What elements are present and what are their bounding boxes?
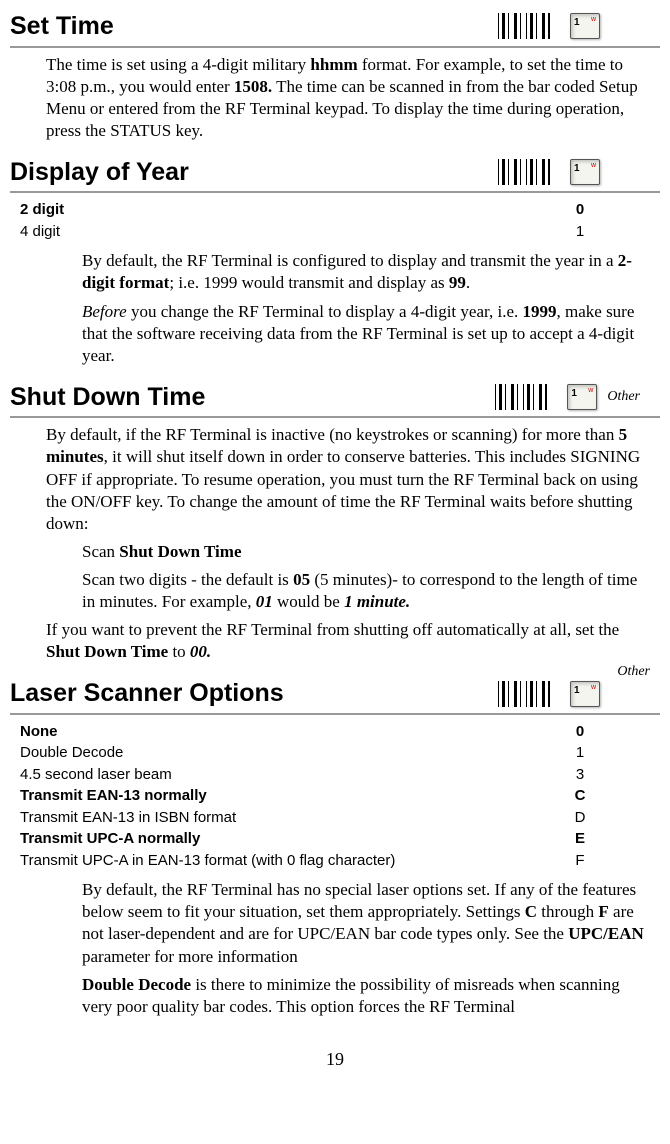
display-year-para-2: Before you change the RF Terminal to dis… [82,301,654,367]
other-label: Other [617,663,650,681]
key-1-icon: 1 [570,159,600,185]
table-row: 4.5 second laser beam3 [10,764,660,786]
header-icons: 1 Other [495,384,660,410]
heading-display-year: Display of Year [10,156,189,189]
heading-set-time: Set Time [10,10,114,43]
table-row: 4 digit 1 [10,221,660,243]
heading-shutdown: Shut Down Time [10,381,205,414]
barcode-icon [495,384,547,410]
key-1-icon: 1 [570,681,600,707]
laser-options-table: None0 Double Decode1 4.5 second laser be… [10,721,660,872]
page-number: 19 [10,1048,660,1071]
key-1-icon: 1 [570,13,600,39]
table-row: None0 [10,721,660,743]
barcode-icon [498,13,550,39]
table-row: Transmit UPC-A normallyE [10,828,660,850]
barcode-icon [498,681,550,707]
table-row: Transmit UPC-A in EAN-13 format (with 0 … [10,850,660,872]
shutdown-para-3: If you want to prevent the RF Terminal f… [46,619,654,663]
barcode-icon [498,159,550,185]
shutdown-step-2: Scan two digits - the default is 05 (5 m… [82,569,654,613]
shutdown-para-1: By default, if the RF Terminal is inacti… [46,424,654,534]
header-icons: 1 [498,159,660,185]
other-label: Other [607,388,640,406]
display-year-para-1: By default, the RF Terminal is configure… [82,250,654,294]
laser-para-1: By default, the RF Terminal has no speci… [82,879,654,967]
section-header-laser: Laser Scanner Options Other 1 [10,677,660,715]
header-icons: 1 [498,13,660,39]
set-time-paragraph: The time is set using a 4-digit military… [46,54,654,142]
section-header-display-year: Display of Year 1 [10,156,660,194]
header-icons: Other 1 [498,681,660,707]
heading-laser: Laser Scanner Options [10,677,284,710]
table-row: Transmit EAN-13 normallyC [10,785,660,807]
table-row: 2 digit 0 [10,199,660,221]
section-header-shutdown: Shut Down Time 1 Other [10,381,660,419]
section-header-set-time: Set Time 1 [10,10,660,48]
display-year-options-table: 2 digit 0 4 digit 1 [10,199,660,242]
table-row: Double Decode1 [10,742,660,764]
shutdown-step-1: Scan Shut Down Time [82,541,654,563]
key-1-icon: 1 [567,384,597,410]
laser-para-2: Double Decode is there to minimize the p… [82,974,654,1018]
table-row: Transmit EAN-13 in ISBN formatD [10,807,660,829]
